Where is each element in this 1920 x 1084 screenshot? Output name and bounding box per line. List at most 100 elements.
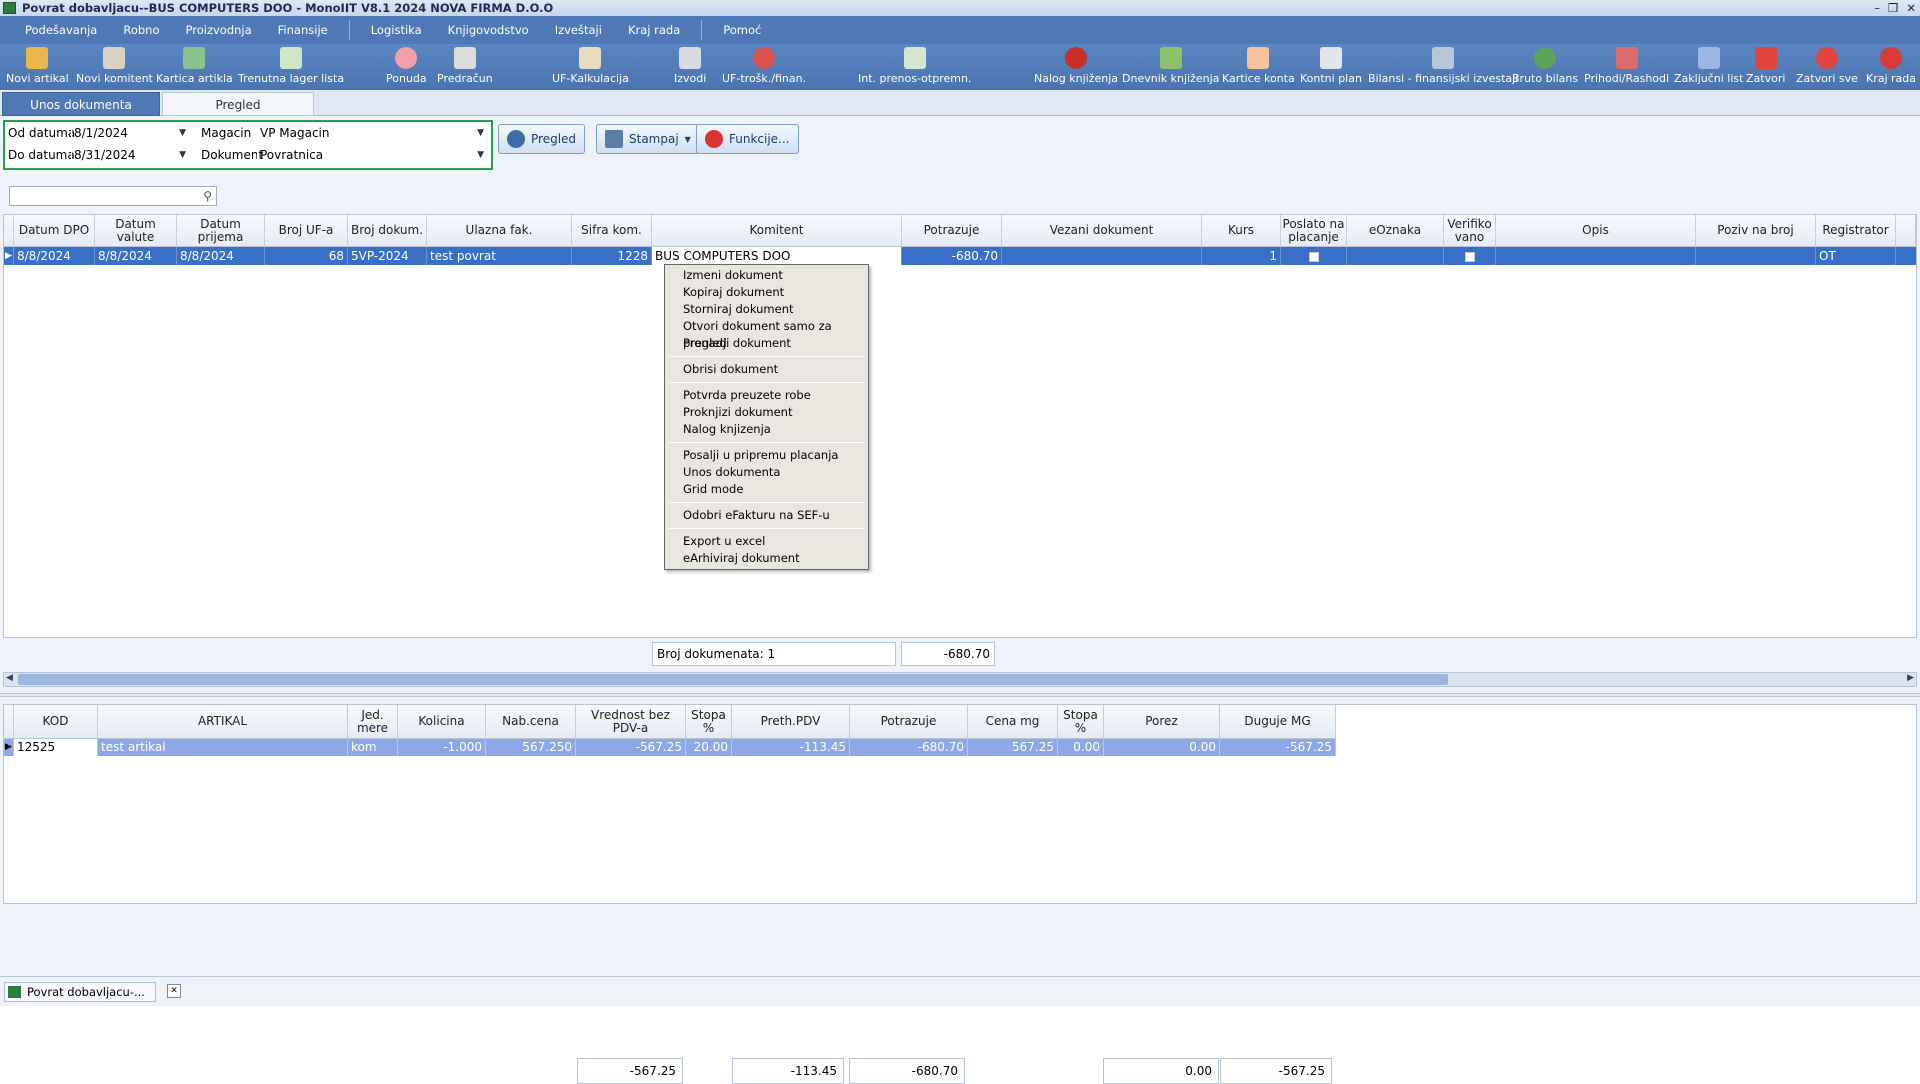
menu-item-posting-order[interactable]: Nalog knjizenja (683, 421, 771, 438)
table-cell[interactable]: 1 (1202, 247, 1281, 265)
internal-transfer-button[interactable]: Int. prenos-otpremn. (858, 47, 971, 85)
balance-sheets-button[interactable]: Bilansi - finansijski izvestaji (1368, 47, 1518, 85)
column-header[interactable]: Verifiko vano (1444, 215, 1496, 247)
table-cell[interactable]: 1228 (572, 247, 652, 265)
menu-item-approve-einvoice[interactable]: Odobri eFakturu na SEF-u (683, 507, 830, 524)
menu-item-find[interactable]: Pronadji dokument (683, 335, 791, 352)
table-cell[interactable]: test povrat (427, 247, 572, 265)
chevron-down-icon[interactable]: ▼ (685, 135, 691, 144)
close-icon[interactable]: ✕ (1906, 0, 1916, 16)
column-header[interactable]: Sifra kom. (572, 215, 652, 247)
column-header[interactable]: Kurs (1202, 215, 1281, 247)
menu-proizvodnja[interactable]: Proizvodnja (173, 23, 265, 37)
tab-entry[interactable]: Unos dokumenta (2, 92, 160, 116)
menu-item-delete[interactable]: Obrisi dokument (683, 361, 778, 378)
column-header[interactable]: Datum DPO (14, 215, 95, 247)
menu-item-edit[interactable]: Izmeni dokument (683, 267, 783, 284)
table-cell[interactable]: -567.25 (576, 739, 686, 756)
scrollbar-thumb[interactable] (18, 674, 1448, 685)
table-row[interactable]: ▶ 12525 test artikal kom -1.000 567.250 … (4, 739, 1336, 756)
uf-calculation-button[interactable]: UF-Kalkulacija (552, 47, 629, 85)
column-header[interactable]: Kolicina (398, 705, 486, 739)
table-cell[interactable]: kom (348, 739, 398, 756)
menu-item-cancel[interactable]: Storniraj dokument (683, 301, 794, 318)
column-header[interactable]: Stopa % (686, 705, 732, 739)
menu-item-post[interactable]: Proknjizi dokument (683, 404, 792, 421)
menu-kraj-rada[interactable]: Kraj rada (615, 23, 693, 37)
menu-robno[interactable]: Robno (110, 23, 172, 37)
review-button[interactable]: Pregled (498, 124, 586, 154)
menu-item-send-payment[interactable]: Posalji u pripremu placanja (683, 447, 838, 464)
column-header[interactable]: Opis (1496, 215, 1696, 247)
table-cell[interactable]: -567.25 (1220, 739, 1336, 756)
table-cell[interactable]: 567.25 (968, 739, 1058, 756)
column-header[interactable]: Duguje MG (1220, 705, 1336, 739)
table-cell[interactable] (1002, 247, 1202, 265)
account-cards-button[interactable]: Kartice konta (1222, 47, 1295, 85)
table-cell[interactable] (1281, 247, 1347, 265)
horizontal-scrollbar[interactable]: ◀ ▶ (3, 672, 1917, 687)
table-cell[interactable]: 0.00 (1058, 739, 1104, 756)
posting-journal-button[interactable]: Dnevnik knjiženja (1122, 47, 1219, 85)
column-header[interactable]: Preth.PDV (732, 705, 850, 739)
table-cell[interactable] (1444, 247, 1496, 265)
column-header[interactable]: Cena mg (968, 705, 1058, 739)
column-header[interactable]: Vrednost bez PDV-a (576, 705, 686, 739)
grid-search-input[interactable]: ⚲ (9, 186, 217, 206)
menu-podesavanja[interactable]: Podešavanja (12, 23, 110, 37)
table-row[interactable]: ▶ 8/8/2024 8/8/2024 8/8/2024 68 5VP-2024… (4, 247, 1916, 265)
new-article-button[interactable]: Novi artikal (6, 47, 69, 85)
column-header[interactable]: ARTIKAL (98, 705, 348, 739)
article-card-button[interactable]: Kartica artikla (156, 47, 233, 85)
column-header[interactable]: Porez (1104, 705, 1220, 739)
statements-button[interactable]: Izvodi (674, 47, 706, 85)
checkbox[interactable] (1308, 251, 1319, 262)
open-document-tab[interactable]: Povrat dobavljacu-... ✕ (4, 982, 181, 1002)
table-cell[interactable]: -680.70 (902, 247, 1002, 265)
table-cell[interactable]: 5VP-2024 (348, 247, 427, 265)
stock-list-button[interactable]: Trenutna lager lista (238, 47, 344, 85)
warehouse-select[interactable]: VP Magacin ▼ (257, 124, 489, 142)
table-cell[interactable]: 68 (265, 247, 348, 265)
table-cell[interactable]: 8/8/2024 (95, 247, 177, 265)
gross-balance-button[interactable]: Bruto bilans (1512, 47, 1578, 85)
column-header[interactable]: Broj UF-a (265, 215, 348, 247)
exit-button[interactable]: Kraj rada (1866, 47, 1916, 85)
menu-item-document-entry[interactable]: Unos dokumenta (683, 464, 780, 481)
document-select[interactable]: Povratnica ▼ (257, 146, 489, 164)
table-cell[interactable] (1696, 247, 1816, 265)
offer-button[interactable]: Ponuda (386, 47, 427, 85)
table-cell[interactable]: test artikal (98, 739, 348, 756)
table-cell[interactable]: -1.000 (398, 739, 486, 756)
chart-of-accounts-button[interactable]: Kontni plan (1300, 47, 1362, 85)
table-cell[interactable] (1347, 247, 1444, 265)
column-header[interactable]: Jed. mere (348, 705, 398, 739)
column-header[interactable]: Stopa % (1058, 705, 1104, 739)
menu-item-open-readonly[interactable]: Otvori dokument samo za pregled (683, 318, 868, 350)
table-cell[interactable]: 12525 (14, 739, 98, 756)
close-all-button[interactable]: Zatvori sve (1796, 47, 1858, 85)
table-cell[interactable]: -113.45 (732, 739, 850, 756)
menu-izvestaji[interactable]: Izveštaji (542, 23, 615, 37)
functions-button[interactable]: Funkcije... (696, 124, 799, 154)
column-header[interactable]: Poslato na placanje (1281, 215, 1347, 247)
column-header[interactable]: Nab.cena (486, 705, 576, 739)
column-header[interactable]: Datum prijema (177, 215, 265, 247)
income-expense-button[interactable]: Prihodi/Rashodi (1584, 47, 1669, 85)
menu-knjigovodstvo[interactable]: Knjigovodstvo (435, 23, 542, 37)
column-header[interactable]: Registrator (1816, 215, 1896, 247)
table-cell[interactable]: 0.00 (1104, 739, 1220, 756)
checkbox[interactable] (1464, 251, 1475, 262)
menu-item-confirm-receipt[interactable]: Potvrda preuzete robe (683, 387, 811, 404)
menu-item-grid-mode[interactable]: Grid mode (683, 481, 743, 498)
column-header[interactable]: Ulazna fak. (427, 215, 572, 247)
table-cell[interactable]: 8/8/2024 (14, 247, 95, 265)
column-header[interactable]: Broj dokum. (348, 215, 427, 247)
close-button[interactable]: Zatvori (1746, 47, 1785, 85)
column-header[interactable]: Potrazuje (902, 215, 1002, 247)
menu-item-copy[interactable]: Kopiraj dokument (683, 284, 784, 301)
final-sheet-button[interactable]: Zaključni list (1674, 47, 1743, 85)
restore-icon[interactable]: ❐ (1888, 0, 1898, 16)
menu-item-earchive[interactable]: eArhiviraj dokument (683, 550, 800, 567)
scroll-left-icon[interactable]: ◀ (6, 673, 13, 683)
